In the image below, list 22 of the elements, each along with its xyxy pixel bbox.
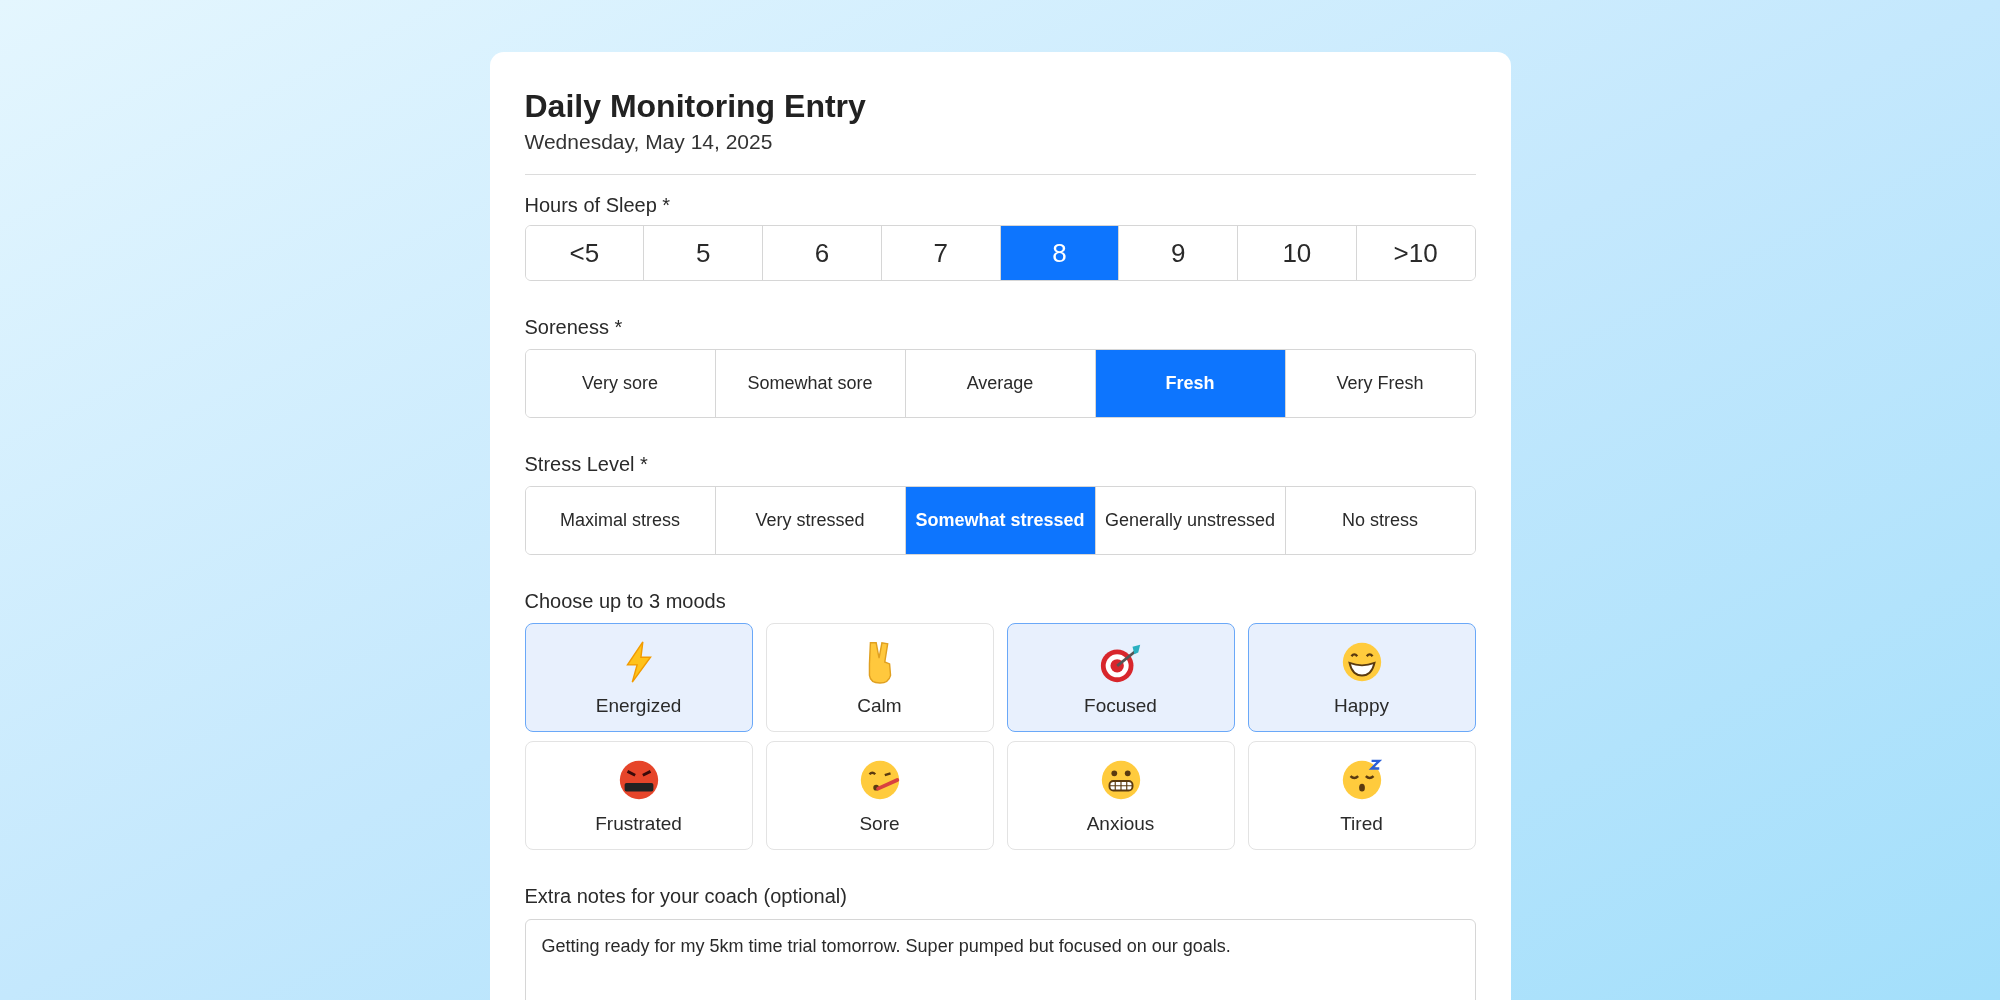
option-button[interactable]: Very Fresh (1284, 350, 1475, 417)
field-label: Choose up to 3 moods (524, 589, 727, 614)
mood-option[interactable]: Calm (765, 623, 994, 732)
mood-option[interactable]: Sore (765, 741, 994, 850)
mood-option[interactable]: Energized (524, 623, 753, 732)
mood-option[interactable]: Frustrated (524, 741, 753, 850)
field-label: Hours of Sleep * (524, 193, 672, 218)
option-button[interactable]: Somewhat stressed (904, 487, 1095, 554)
mood-option[interactable]: Happy (1247, 623, 1476, 732)
notes-field[interactable]: Getting ready for my 5km time trial tomorrow. Super pumped but focused on our goals. (524, 919, 1476, 1000)
mood-option[interactable]: Tired (1247, 741, 1476, 850)
option-button[interactable]: Fresh (1094, 350, 1285, 417)
field-label: Stress Level * (524, 452, 649, 477)
form-title: Daily Monitoring Entry (524, 87, 867, 126)
mood-option[interactable]: Focused (1006, 623, 1235, 732)
field-label: Soreness * (524, 315, 624, 340)
mood-option[interactable]: Anxious (1006, 741, 1235, 850)
entry-date: Wednesday, May 14, 2025 (524, 129, 774, 155)
option-button[interactable]: >10 (1355, 226, 1475, 280)
option-button[interactable]: No stress (1284, 487, 1475, 554)
field-label: Extra notes for your coach (optional) (524, 884, 848, 909)
option-button[interactable]: 8 (999, 226, 1119, 280)
